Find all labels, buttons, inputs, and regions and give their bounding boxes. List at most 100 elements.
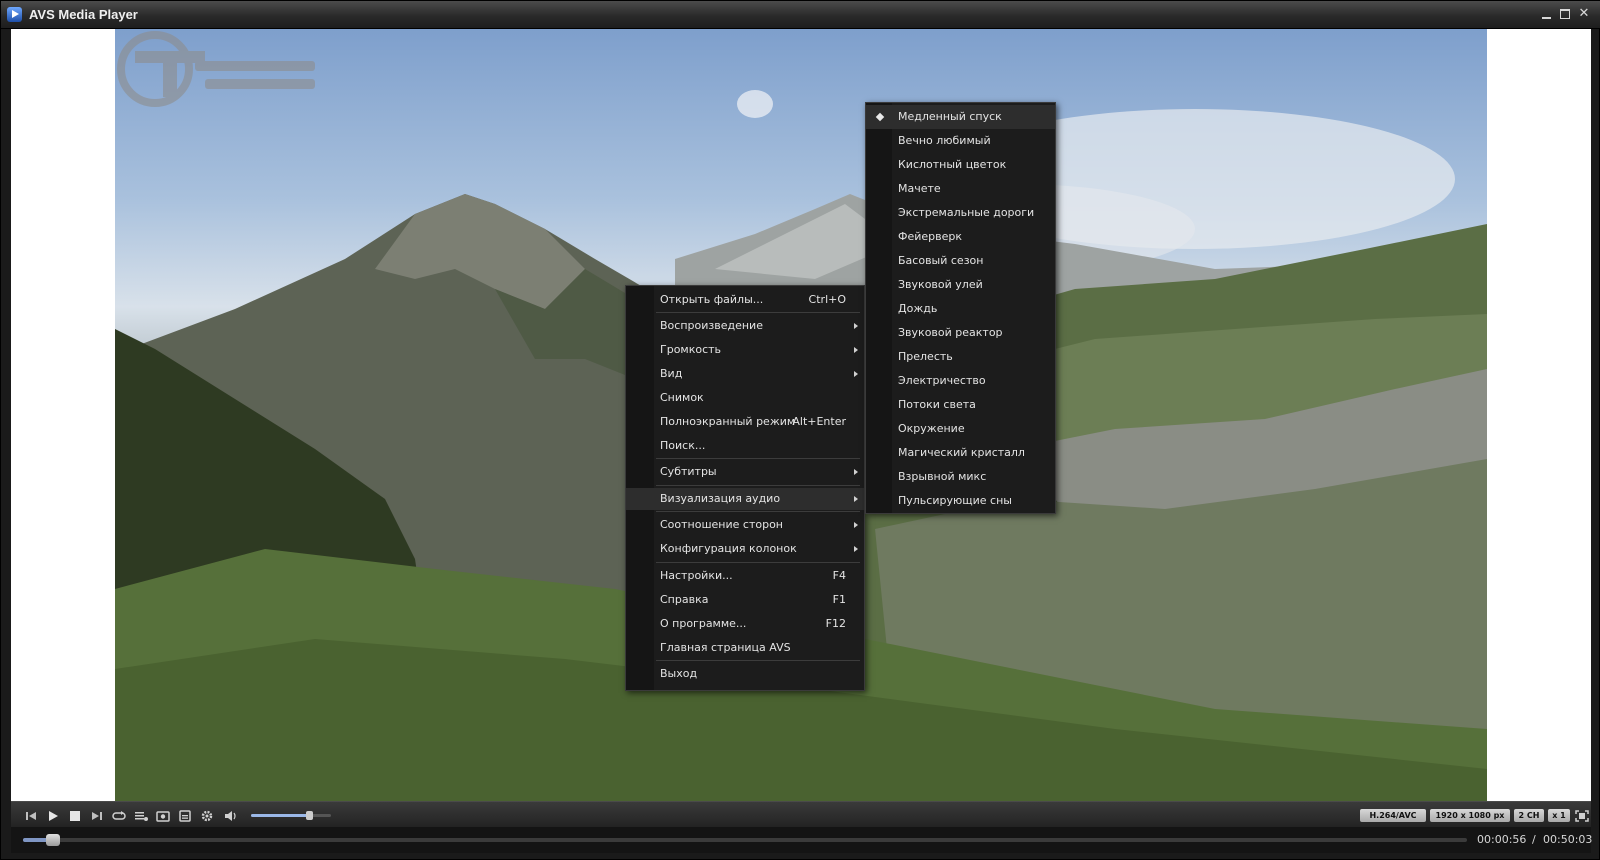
play-button[interactable] [45,808,61,822]
visualization-item-label: Звуковой улей [898,278,983,291]
menu-item[interactable]: Вид [626,363,864,385]
visualization-item[interactable]: Звуковой улей [866,273,1055,297]
visualization-item[interactable]: Басовый сезон [866,249,1055,273]
menu-item[interactable]: Главная страница AVS [626,637,864,659]
menu-item-label: О программе... [660,617,747,630]
visualization-item[interactable]: Потоки света [866,393,1055,417]
play-icon [49,811,58,821]
menu-item[interactable]: Конфигурация колонок [626,538,864,560]
menu-item[interactable]: Громкость [626,339,864,361]
menu-item[interactable]: Визуализация аудио [626,488,864,510]
next-icon [92,812,102,820]
submenu-arrow-icon [854,522,858,528]
visualization-item[interactable]: Электричество [866,369,1055,393]
selected-bullet-icon [875,112,885,122]
menu-item[interactable]: Воспроизведение [626,315,864,337]
settings-button[interactable] [199,808,215,822]
menu-item-shortcut: Alt+Enter [792,415,846,428]
menu-item-shortcut: F12 [825,617,846,630]
visualization-item[interactable]: Фейерверк [866,225,1055,249]
visualization-item-label: Медленный спуск [898,110,1002,123]
volume-handle[interactable] [305,811,313,820]
menu-item-label: Выход [660,667,698,680]
visualization-item[interactable]: Взрывной микс [866,465,1055,489]
menu-item[interactable]: Субтитры [626,461,864,483]
maximize-icon [1560,9,1570,19]
menu-separator [656,660,860,661]
visualization-item-label: Кислотный цветок [898,158,1007,171]
visualization-item-label: Пульсирующие сны [898,494,1012,507]
menu-separator [656,458,860,459]
menu-separator [656,511,860,512]
menu-item[interactable]: Полноэкранный режим Alt+Enter [626,411,864,433]
menu-item[interactable]: Выход [626,663,864,685]
visualization-item-label: Экстремальные дороги [898,206,1035,219]
menu-item[interactable]: Поиск... [626,435,864,457]
next-button[interactable] [89,808,105,822]
visualization-item[interactable]: Звуковой реактор [866,321,1055,345]
menu-item[interactable]: Соотношение сторон [626,514,864,536]
watermark-logo [117,31,315,107]
menu-item[interactable]: Справка F1 [626,589,864,611]
minimize-button[interactable] [1539,6,1555,22]
app-window: AVS Media Player ✕ Открыть файлы... Ctrl… [0,0,1600,860]
visualization-item[interactable]: Пульсирующие сны [866,489,1055,513]
title-bar[interactable]: AVS Media Player ✕ [1,1,1600,29]
menu-item-label: Главная страница AVS [660,641,791,654]
menu-item[interactable]: О программе... F12 [626,613,864,635]
visualization-item[interactable]: Вечно любимый [866,129,1055,153]
visualization-item-label: Мачете [898,182,941,195]
minimize-icon [1542,17,1551,19]
visualization-item[interactable]: Мачете [866,177,1055,201]
visualization-item[interactable]: Экстремальные дороги [866,201,1055,225]
snapshot-button[interactable] [155,808,171,822]
menu-item-label: Настройки... [660,569,733,582]
previous-icon [26,812,36,820]
settings-icon [201,810,213,822]
menu-item-label: Полноэкранный режим [660,415,796,428]
visualization-item[interactable]: Магический кристалл [866,441,1055,465]
channels-badge[interactable]: 2 CH [1514,809,1544,822]
submenu-arrow-icon [854,496,858,502]
stop-button[interactable] [67,808,83,822]
menu-separator [656,485,860,486]
seek-slider[interactable] [23,834,1467,846]
visualization-item[interactable]: Кислотный цветок [866,153,1055,177]
visualization-item[interactable]: Медленный спуск [866,105,1055,129]
subtitles-button[interactable] [177,808,193,822]
fullscreen-button[interactable] [1574,808,1590,822]
menu-item[interactable]: Снимок [626,387,864,409]
menu-item-label: Справка [660,593,709,606]
total-time: 00:50:03 [1543,833,1593,846]
playlist-button[interactable] [133,808,149,822]
speed-badge[interactable]: x 1 [1548,809,1570,822]
menu-item-label: Соотношение сторон [660,518,783,531]
menu-separator [656,562,860,563]
window-title: AVS Media Player [29,7,138,22]
time-separator: / [1532,833,1536,846]
seek-bar: 00:00:56 / 00:50:03 [11,827,1593,853]
maximize-button[interactable] [1557,6,1573,22]
menu-item-label: Воспроизведение [660,319,763,332]
visualization-item[interactable]: Окружение [866,417,1055,441]
menu-item-label: Субтитры [660,465,717,478]
menu-item-label: Открыть файлы... [660,293,764,306]
visualization-item-label: Потоки света [898,398,976,411]
previous-button[interactable] [23,808,39,822]
visualization-item-label: Басовый сезон [898,254,984,267]
submenu-arrow-icon [854,347,858,353]
volume-button[interactable] [223,808,239,822]
menu-item-shortcut: Ctrl+O [808,293,846,306]
visualization-item[interactable]: Прелесть [866,345,1055,369]
volume-slider[interactable] [251,811,331,820]
seek-handle[interactable] [46,834,60,846]
menu-item[interactable]: Открыть файлы... Ctrl+O [626,289,864,311]
close-button[interactable]: ✕ [1576,6,1592,22]
menu-item-label: Громкость [660,343,722,356]
menu-item[interactable]: Настройки... F4 [626,565,864,587]
visualization-item-label: Взрывной микс [898,470,987,483]
visualization-item-label: Дождь [898,302,938,315]
audio-visualization-submenu: Медленный спуск Вечно любимый Кислотный цв… [865,102,1056,514]
visualization-item[interactable]: Дождь [866,297,1055,321]
repeat-button[interactable] [111,808,127,822]
